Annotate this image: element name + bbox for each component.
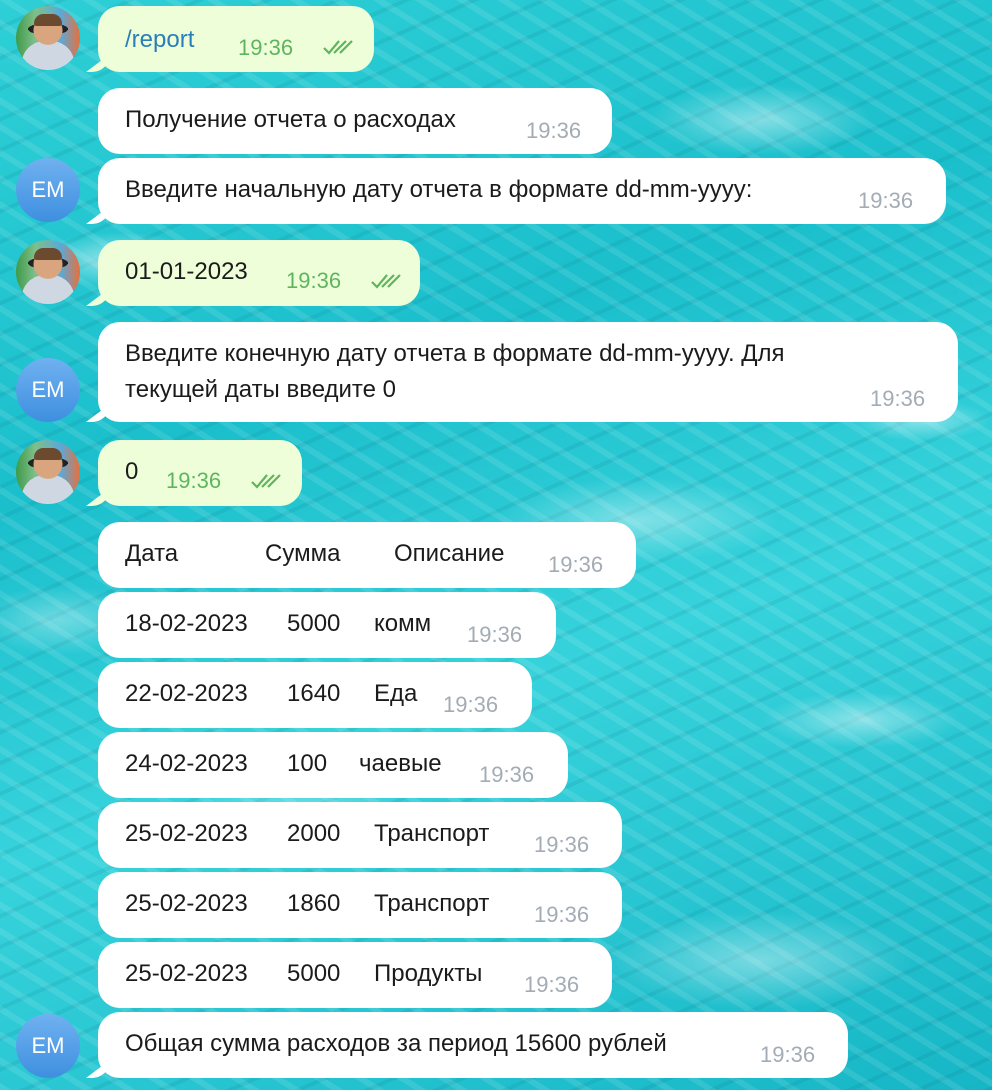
report-row[interactable]: 18-02-2023 5000 комм 19:36 xyxy=(98,592,556,658)
column-header-amount: Сумма xyxy=(265,540,341,567)
user-avatar[interactable] xyxy=(16,440,80,504)
total-summary-text: Общая сумма расходов за период 15600 руб… xyxy=(125,1030,667,1057)
message-time: 19:36 xyxy=(760,1042,816,1067)
row-description: Еда xyxy=(374,680,418,707)
row-amount: 5000 xyxy=(287,610,341,637)
message-bubble-incoming[interactable]: Общая сумма расходов за период 15600 руб… xyxy=(98,1012,848,1078)
row-date: 25-02-2023 xyxy=(125,890,248,917)
row-date: 25-02-2023 xyxy=(125,960,248,987)
row-amount: 5000 xyxy=(287,960,341,987)
row-description: Продукты xyxy=(374,960,483,987)
row-description: Транспорт xyxy=(374,820,490,847)
user-avatar[interactable] xyxy=(16,6,80,70)
bot-avatar[interactable]: EM xyxy=(16,1014,80,1078)
message-time: 19:36 xyxy=(467,622,523,647)
user-avatar[interactable] xyxy=(16,240,80,304)
report-header-row[interactable]: Дата Сумма Описание 19:36 xyxy=(98,522,636,588)
message-time: 19:36 xyxy=(526,118,582,143)
report-row[interactable]: 25-02-2023 1860 Транспорт 19:36 xyxy=(98,872,622,938)
message-time: 19:36 xyxy=(286,268,342,293)
message-text: 01-01-2023 xyxy=(125,258,248,285)
row-amount: 1860 xyxy=(287,890,341,917)
message-text: Введите начальную дату отчета в формате … xyxy=(125,176,753,203)
message-time: 19:36 xyxy=(166,468,222,493)
report-row[interactable]: 22-02-2023 1640 Еда 19:36 xyxy=(98,662,532,728)
report-row[interactable]: 24-02-2023 100 чаевые 19:36 xyxy=(98,732,568,798)
message-time: 19:36 xyxy=(238,35,294,60)
row-description: чаевые xyxy=(359,750,442,777)
bot-avatar[interactable]: EM xyxy=(16,358,80,422)
double-check-icon xyxy=(371,274,401,289)
message-bubble-outgoing[interactable]: /report 19:36 xyxy=(98,6,374,72)
message-bubble-incoming[interactable]: Введите начальную дату отчета в формате … xyxy=(98,158,946,224)
message-text-line: Введите конечную дату отчета в формате d… xyxy=(125,340,785,367)
message-bubble-outgoing[interactable]: 01-01-2023 19:36 xyxy=(98,240,420,306)
row-description: комм xyxy=(374,610,432,637)
message-time: 19:36 xyxy=(858,188,914,213)
message-time: 19:36 xyxy=(534,832,590,857)
message-text: 0 xyxy=(125,458,139,485)
message-time: 19:36 xyxy=(548,552,604,577)
row-amount: 100 xyxy=(287,750,328,777)
message-time: 19:36 xyxy=(443,692,499,717)
row-date: 22-02-2023 xyxy=(125,680,248,707)
message-bubble-incoming[interactable]: Введите конечную дату отчета в формате d… xyxy=(98,322,958,422)
message-bubble-outgoing[interactable]: 0 19:36 xyxy=(98,440,302,506)
row-description: Транспорт xyxy=(374,890,490,917)
command-link[interactable]: /report xyxy=(125,26,194,54)
message-time: 19:36 xyxy=(479,762,535,787)
column-header-date: Дата xyxy=(125,540,179,567)
report-row[interactable]: 25-02-2023 2000 Транспорт 19:36 xyxy=(98,802,622,868)
bot-avatar[interactable]: EM xyxy=(16,158,80,222)
row-amount: 2000 xyxy=(287,820,341,847)
report-row[interactable]: 25-02-2023 5000 Продукты 19:36 xyxy=(98,942,612,1008)
message-time: 19:36 xyxy=(870,386,926,411)
message-text: Получение отчета о расходах xyxy=(125,106,456,133)
row-date: 18-02-2023 xyxy=(125,610,248,637)
row-date: 24-02-2023 xyxy=(125,750,248,777)
row-date: 25-02-2023 xyxy=(125,820,248,847)
double-check-icon xyxy=(251,474,281,489)
message-text-line: текущей даты введите 0 xyxy=(125,376,397,403)
message-bubble-incoming[interactable]: Получение отчета о расходах 19:36 xyxy=(98,88,612,154)
column-header-description: Описание xyxy=(394,540,505,567)
row-amount: 1640 xyxy=(287,680,341,707)
double-check-icon xyxy=(323,40,353,55)
message-time: 19:36 xyxy=(534,902,590,927)
message-time: 19:36 xyxy=(524,972,580,997)
